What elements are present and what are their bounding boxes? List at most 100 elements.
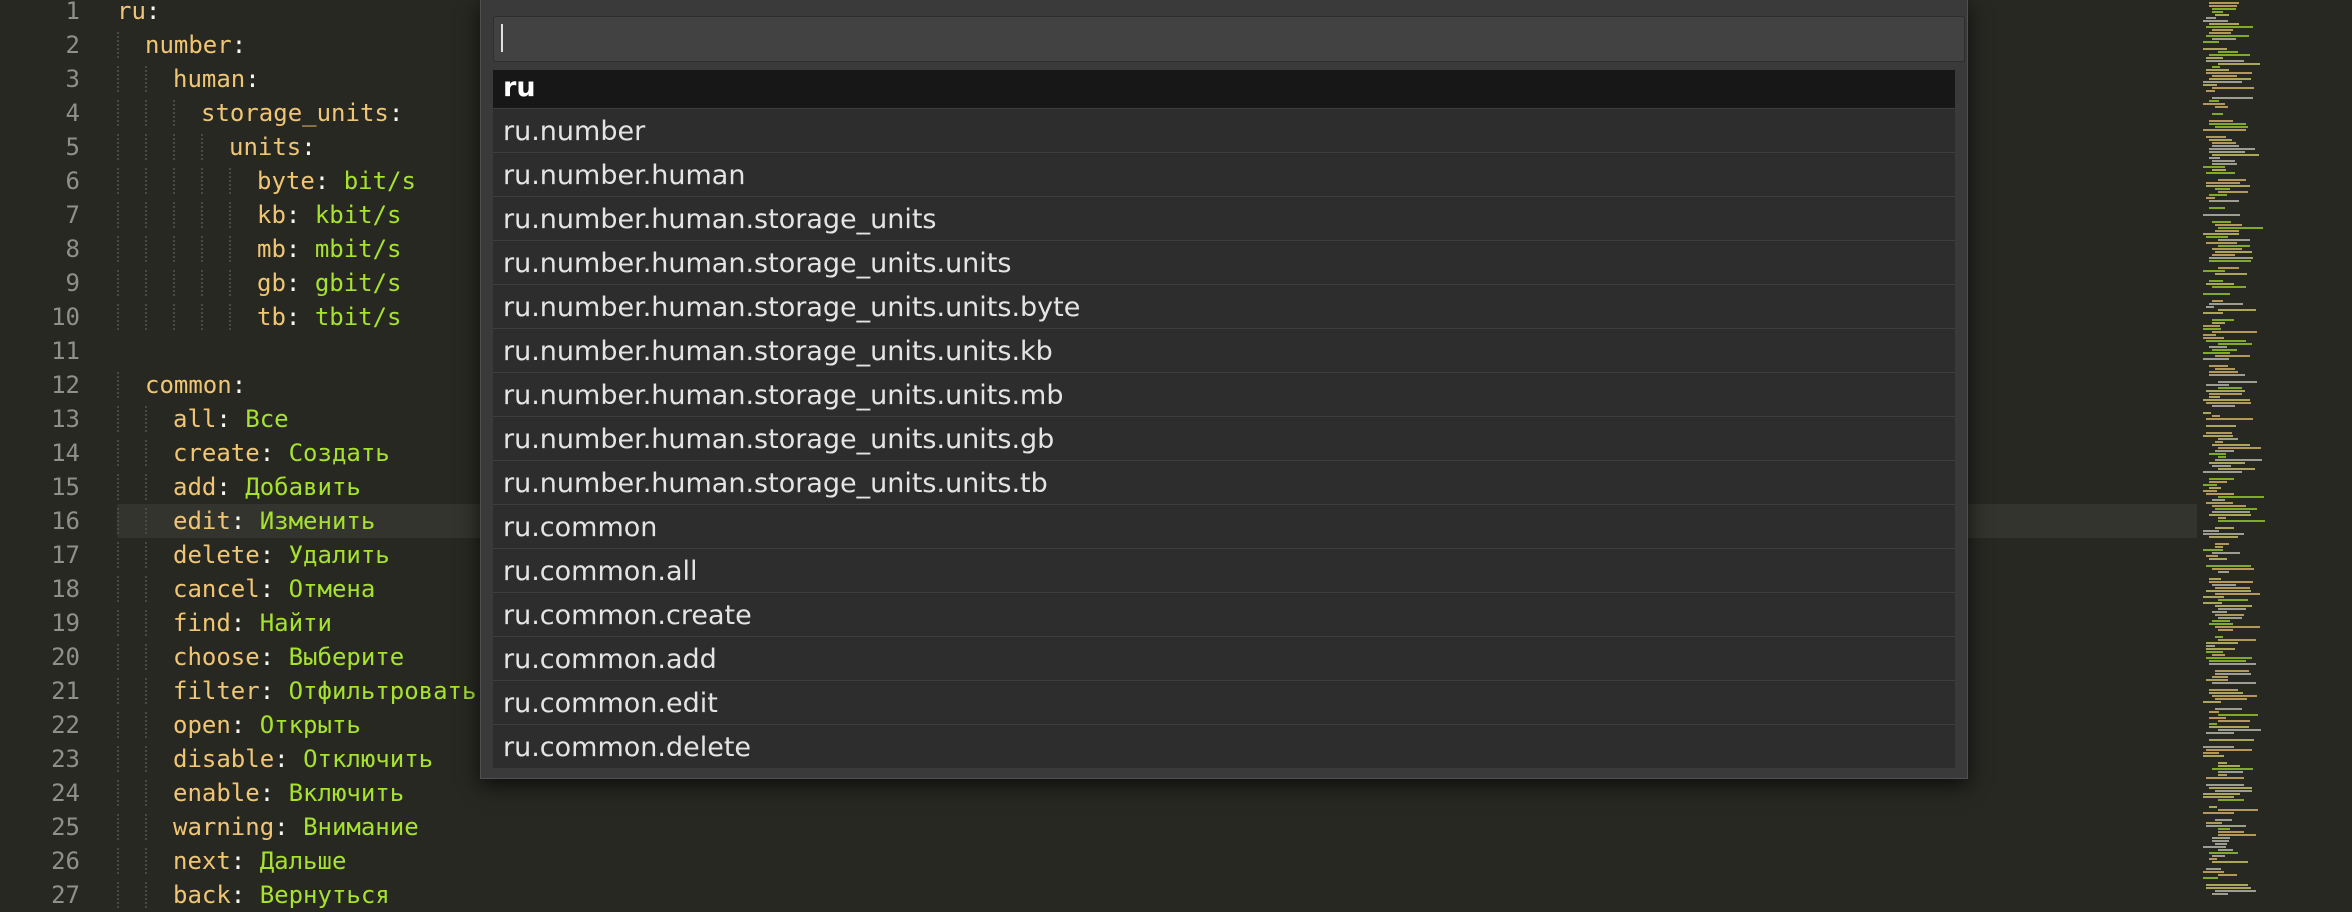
minimap-line bbox=[2215, 188, 2230, 190]
yaml-key: choose bbox=[173, 643, 260, 671]
palette-result-item[interactable]: ru.common.create bbox=[493, 594, 1955, 637]
palette-result-item[interactable]: ru.common.delete bbox=[493, 726, 1955, 768]
indent-guide bbox=[117, 678, 121, 704]
minimap-line bbox=[2203, 214, 2240, 216]
minimap-line bbox=[2206, 390, 2245, 392]
palette-result-item[interactable]: ru.common.edit bbox=[493, 682, 1955, 725]
minimap-line bbox=[2215, 441, 2223, 443]
palette-result-item[interactable]: ru.number.human.storage_units.units.tb bbox=[493, 462, 1955, 505]
minimap-line bbox=[2209, 726, 2249, 728]
yaml-colon: : bbox=[259, 541, 289, 569]
minimap-line bbox=[2212, 584, 2236, 586]
line-number: 23 bbox=[51, 745, 80, 773]
line-number: 6 bbox=[65, 167, 80, 195]
yaml-key: create bbox=[173, 439, 260, 467]
palette-result-item[interactable]: ru.number.human.storage_units.units.gb bbox=[493, 418, 1955, 461]
minimap-line bbox=[2209, 371, 2238, 373]
yaml-key: find bbox=[173, 609, 231, 637]
minimap-line bbox=[2209, 200, 2239, 202]
minimap-line bbox=[2209, 487, 2221, 489]
palette-result-item[interactable]: ru.number bbox=[493, 110, 1955, 153]
minimap-line bbox=[2206, 590, 2251, 592]
yaml-colon: : bbox=[231, 371, 261, 399]
minimap-line bbox=[2218, 729, 2261, 731]
yaml-value: kbit/s bbox=[314, 201, 402, 229]
minimap-line bbox=[2218, 799, 2244, 801]
palette-result-item[interactable]: ru.common bbox=[493, 506, 1955, 549]
indent-guide bbox=[117, 66, 121, 92]
minimap-line bbox=[2215, 106, 2228, 108]
indent-guide bbox=[117, 848, 121, 874]
minimap-line bbox=[2206, 72, 2252, 74]
palette-result-item[interactable]: ru.number.human.storage_units bbox=[493, 198, 1955, 241]
minimap-line bbox=[2203, 596, 2224, 598]
palette-result-item[interactable]: ru.common.add bbox=[493, 638, 1955, 681]
minimap[interactable] bbox=[2197, 0, 2352, 898]
indent-guide bbox=[117, 202, 121, 228]
palette-result-item[interactable]: ru bbox=[493, 70, 1955, 109]
minimap-line bbox=[2215, 273, 2247, 275]
minimap-line bbox=[2212, 87, 2254, 89]
minimap-line bbox=[2218, 720, 2250, 722]
minimap-line bbox=[2206, 197, 2215, 199]
minimap-line bbox=[2218, 599, 2248, 601]
indent-guide bbox=[145, 576, 149, 602]
indent-guide bbox=[117, 814, 121, 840]
line-number: 26 bbox=[51, 847, 80, 875]
minimap-line bbox=[2212, 66, 2220, 68]
minimap-line bbox=[2209, 365, 2228, 367]
minimap-line bbox=[2209, 151, 2245, 153]
minimap-line bbox=[2209, 139, 2232, 141]
minimap-line bbox=[2203, 293, 2230, 295]
minimap-line bbox=[2215, 546, 2223, 548]
minimap-line bbox=[2212, 142, 2236, 144]
minimap-line bbox=[2203, 166, 2225, 168]
minimap-line bbox=[2203, 490, 2217, 492]
palette-result-item[interactable]: ru.number.human.storage_units.units bbox=[493, 242, 1955, 285]
minimap-line bbox=[2203, 755, 2224, 757]
minimap-line bbox=[2212, 861, 2248, 863]
minimap-line bbox=[2215, 636, 2223, 638]
minimap-line bbox=[2215, 450, 2234, 452]
minimap-line bbox=[2206, 555, 2218, 557]
yaml-colon: : bbox=[259, 779, 289, 807]
palette-result-item[interactable]: ru.number.human.storage_units.units.byte bbox=[493, 286, 1955, 329]
minimap-line bbox=[2212, 505, 2246, 507]
minimap-line bbox=[2212, 511, 2250, 513]
yaml-value: Включить bbox=[288, 779, 405, 807]
line-number: 11 bbox=[51, 337, 80, 365]
minimap-line bbox=[2218, 714, 2258, 716]
minimap-line bbox=[2206, 651, 2223, 653]
minimap-line bbox=[2203, 877, 2218, 879]
minimap-line bbox=[2206, 306, 2214, 308]
minimap-line bbox=[2209, 54, 2250, 56]
minimap-line bbox=[2215, 626, 2260, 628]
palette-result-item[interactable]: ru.number.human.storage_units.units.kb bbox=[493, 330, 1955, 373]
line-number: 14 bbox=[51, 439, 80, 467]
minimap-line bbox=[2206, 185, 2250, 187]
minimap-line bbox=[2209, 303, 2243, 305]
minimap-line bbox=[2206, 657, 2252, 659]
minimap-line bbox=[2209, 536, 2238, 538]
minimap-line bbox=[2212, 154, 2259, 156]
minimap-line bbox=[2209, 396, 2220, 398]
minimap-line bbox=[2203, 471, 2242, 473]
palette-result-item[interactable]: ru.number.human.storage_units.units.mb bbox=[493, 374, 1955, 417]
palette-search-input[interactable] bbox=[493, 16, 1965, 62]
indent-guide bbox=[229, 236, 233, 262]
minimap-line bbox=[2212, 682, 2256, 684]
indent-guide bbox=[145, 780, 149, 806]
minimap-line bbox=[2218, 309, 2256, 311]
yaml-key: common bbox=[145, 371, 232, 399]
line-number: 25 bbox=[51, 813, 80, 841]
palette-result-item[interactable]: ru.common.all bbox=[493, 550, 1955, 593]
minimap-line bbox=[2203, 530, 2219, 532]
palette-result-list[interactable]: ru ru.number ru.number.human ru.number.huma… bbox=[493, 70, 1955, 768]
minimap-line bbox=[2209, 689, 2238, 691]
indent-guide bbox=[117, 474, 121, 500]
minimap-line bbox=[2206, 35, 2249, 37]
yaml-value: Выберите bbox=[288, 643, 405, 671]
palette-result-item[interactable]: ru.number.human bbox=[493, 154, 1955, 197]
indent-guide bbox=[117, 168, 121, 194]
minimap-line bbox=[2203, 48, 2227, 50]
